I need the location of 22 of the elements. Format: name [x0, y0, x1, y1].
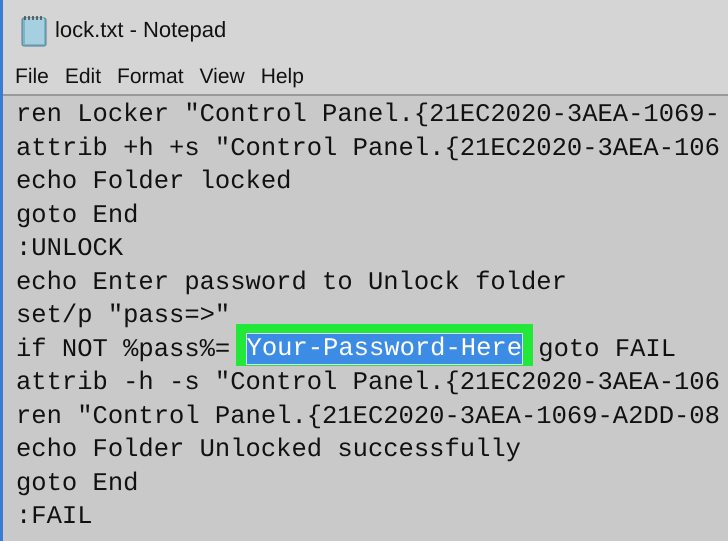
window-title: lock.txt - Notepad — [55, 17, 226, 43]
menu-item[interactable]: View — [196, 65, 249, 89]
selected-text: Your-Password-Here — [246, 332, 523, 365]
code-text: attrib -h -s "Control Panel.{21EC2020-3AEA-106 — [16, 368, 720, 397]
code-text: echo Folder locked — [16, 167, 292, 196]
code-text: if NOT %pass%= — [16, 334, 230, 364]
code-text: goto End — [16, 468, 138, 498]
code-text: ren "Control Panel.{21EC2020-3AEA-1069-A2DD-08 — [16, 402, 720, 430]
code-text: echo Folder Unlocked successfully — [16, 435, 521, 464]
code-text: goto FAIL — [537, 334, 676, 364]
menu-item[interactable]: Format — [113, 65, 188, 89]
code-text: :FAIL — [16, 502, 93, 531]
code-text: ren Locker "Control Panel.{21EC2020-3AEA-1069- — [16, 100, 720, 129]
code-text: set/p "pass=>" — [16, 301, 230, 330]
menu-item[interactable]: Help — [256, 65, 308, 89]
code-text: goto End — [16, 200, 138, 230]
code-text: attrib +h +s "Control Panel.{21EC2020-3AEA-106 — [16, 134, 720, 162]
notepad-icon — [19, 13, 49, 47]
code-text: echo Enter password to Unlock folder — [16, 268, 567, 296]
menu-item[interactable]: File — [11, 65, 53, 89]
menu-item[interactable]: Edit — [60, 65, 106, 89]
code-text: :UNLOCK — [16, 234, 124, 263]
